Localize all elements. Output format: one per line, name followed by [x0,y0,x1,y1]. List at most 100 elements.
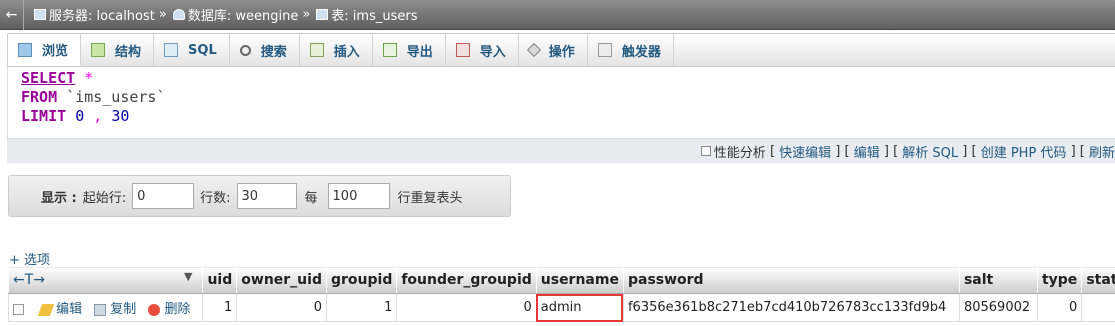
row-checkbox[interactable] [13,304,24,315]
navigation-panel: 显示 : 起始行: 行数: 每 行重复表头 [8,175,511,217]
sql-comma: , [93,107,103,125]
column-header-founder-groupid[interactable]: founder_groupid [396,266,537,294]
import-icon [455,43,470,57]
breadcrumb-database[interactable]: 数据库: weengine » [172,5,314,24]
column-header-owner-uid[interactable]: owner_uid [236,266,327,294]
tab-structure[interactable]: 结构 [81,34,155,66]
create-php-link[interactable]: 创建 PHP 代码 [981,142,1067,161]
server-icon [34,9,46,20]
repeat-headers-label: 行重复表头 [397,190,463,206]
tab-export[interactable]: 导出 [373,34,446,66]
back-arrow-icon[interactable]: ← [0,0,24,30]
tab-sql[interactable]: SQL [154,34,230,66]
refresh-link[interactable]: 刷新 [1089,142,1115,161]
column-header-groupid[interactable]: groupid [325,266,398,294]
breadcrumb-separator: » [302,7,311,22]
row-edit-label: 编辑 [56,302,83,317]
search-icon [239,44,251,56]
tab-operations-label: 操作 [548,44,575,60]
breadcrumb-bar: ← 服务器: localhost » 数据库: weengine » 表: im… [0,0,1115,30]
table-row: 编辑 复制 删除 1 0 1 0 admin f6356e361b8c271eb… [7,293,1115,322]
tab-bar: 浏览 结构 SQL 搜索 插入 导出 导入 操作 触发器 [7,33,1115,67]
copy-icon [94,303,107,316]
tab-export-label: 导出 [406,44,433,60]
column-header-password[interactable]: password [622,266,960,294]
cell-password[interactable]: f6356e361b8c271eb7cd410b726783cc133fd9b4 [622,293,960,322]
tab-insert-label: 插入 [333,44,360,60]
triggers-icon [597,43,612,57]
cell-username[interactable]: admin [535,293,624,322]
repeat-headers-input[interactable] [327,183,390,209]
rows-count-input[interactable] [236,183,297,209]
column-header-type[interactable]: type [1036,266,1083,294]
export-icon [382,43,397,57]
sql-code[interactable]: SELECT * FROM `ims_users` LIMIT 0 , 30 [21,69,166,126]
sql-keyword-select: SELECT [21,69,76,87]
breadcrumb-server-label[interactable]: 服务器: localhost [49,5,155,24]
row-copy-link[interactable]: 复制 [94,302,136,317]
row-delete-label: 删除 [164,302,191,317]
cell-groupid[interactable]: 1 [325,293,398,322]
pencil-icon [37,303,55,316]
tab-search-label: 搜索 [260,44,287,60]
table-header-row: ←T→ ▼ uid owner_uid groupid founder_grou… [7,266,1115,294]
sql-count: 30 [111,107,130,125]
sql-icon [164,43,179,57]
row-delete-link[interactable]: 删除 [148,302,190,317]
operations-icon [526,42,541,58]
cell-founder-groupid[interactable]: 0 [396,293,537,322]
breadcrumb-separator: » [158,7,167,22]
edit-sql-link[interactable]: 编辑 [854,142,880,161]
sql-table-name: `ims_users` [66,88,166,106]
breadcrumb-table-label[interactable]: 表: ims_users [331,5,417,24]
breadcrumb-database-label[interactable]: 数据库: weengine [188,5,298,24]
row-edit-link[interactable]: 编辑 [37,302,83,317]
tab-browse-label: 浏览 [42,44,69,59]
tab-browse[interactable]: 浏览 [8,34,82,66]
tab-operations[interactable]: 操作 [519,34,588,66]
column-resize-label[interactable]: ←T→ [13,272,45,288]
cell-salt[interactable]: 80569002 [958,293,1038,322]
sql-keyword-from: FROM [21,88,58,106]
inline-edit-link[interactable]: 快速编辑 [779,142,831,161]
every-label: 每 [304,190,318,206]
browse-icon [18,42,32,57]
rows-label: 行数: [200,190,231,206]
tab-structure-label: 结构 [115,44,142,60]
breadcrumb-table[interactable]: 表: ims_users [316,5,418,24]
sql-keyword-limit: LIMIT [21,107,67,125]
column-header-username[interactable]: username [535,266,624,294]
row-actions: 编辑 复制 删除 [7,293,204,322]
show-label: 显示 : [41,190,77,206]
profiling-checkbox[interactable] [700,146,711,156]
tab-sql-label: SQL [188,42,217,58]
tab-import-label: 导入 [479,44,506,60]
breadcrumb-server[interactable]: 服务器: localhost » [34,5,171,24]
cell-owner-uid[interactable]: 0 [236,293,327,322]
explain-sql-link[interactable]: 解析 SQL [902,142,958,161]
tab-triggers-label: 触发器 [621,44,661,60]
cell-uid[interactable]: 1 [202,293,238,322]
table-icon [316,9,329,20]
cell-type[interactable]: 0 [1036,293,1083,322]
column-header-salt[interactable]: salt [958,266,1038,294]
profiling-label[interactable]: 性能分析 [714,142,766,161]
delete-icon [148,303,161,316]
sort-dropdown-icon[interactable]: ▼ [184,270,192,283]
start-row-input[interactable] [132,183,195,209]
sql-offset: 0 [75,107,85,125]
column-header-status[interactable]: status [1081,266,1115,294]
tab-search[interactable]: 搜索 [230,34,300,66]
column-resize-control[interactable]: ←T→ ▼ [7,266,204,294]
start-row-label: 起始行: [82,190,127,206]
database-icon [172,9,185,20]
tab-triggers[interactable]: 触发器 [588,34,674,66]
column-header-uid[interactable]: uid [202,266,238,294]
tab-import[interactable]: 导入 [446,34,519,66]
sql-links-bar: 性能分析 [ 快速编辑 ] [ 编辑 ] [ 解析 SQL ] [ 创建 PHP… [7,138,1115,163]
cell-status[interactable]: 0 [1081,293,1115,322]
sql-star: * [84,69,94,87]
results-table: ←T→ ▼ uid owner_uid groupid founder_grou… [7,266,1115,322]
row-copy-label: 复制 [110,302,137,317]
tab-insert[interactable]: 插入 [300,34,373,66]
